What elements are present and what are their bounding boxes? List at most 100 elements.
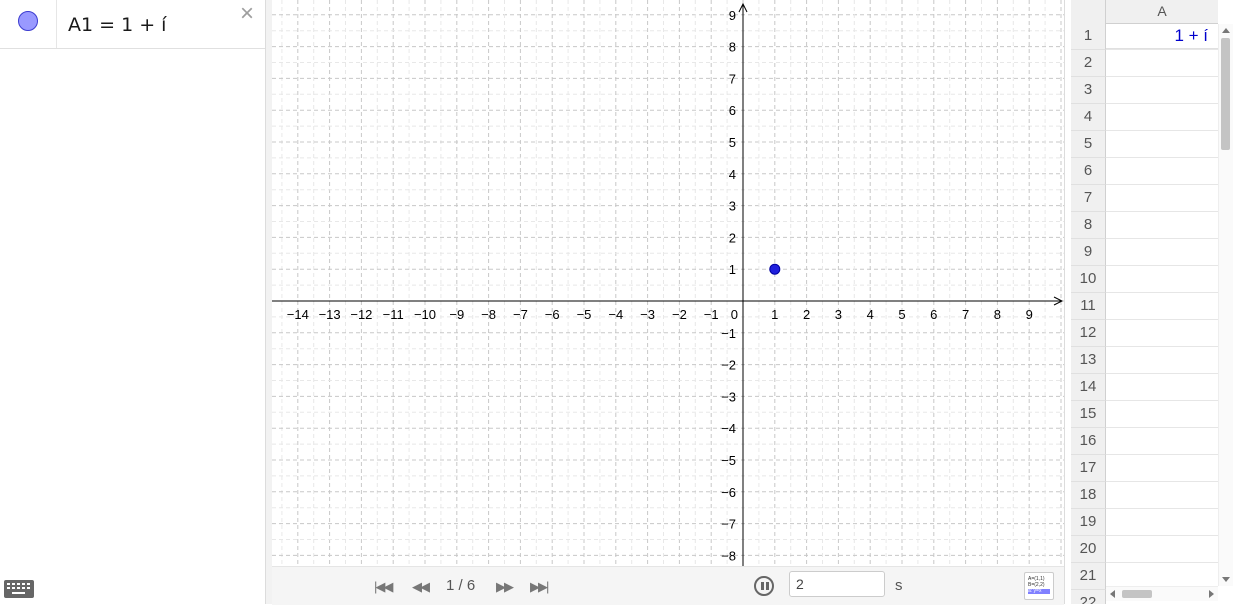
horizontal-scrollbar[interactable] [1106,586,1218,601]
cell[interactable] [1106,77,1218,104]
vertical-scroll-thumb[interactable] [1221,38,1230,150]
x-tick-label: −2 [672,307,687,322]
algebra-style-icon[interactable]: A=(1,1) B=(2,2) a: y=x [1024,572,1054,600]
speed-input[interactable] [789,571,885,597]
row-header[interactable]: 11 [1071,293,1106,320]
cell[interactable] [1106,482,1218,509]
keyboard-icon[interactable] [4,580,34,598]
close-icon[interactable]: × [240,2,254,26]
row-header[interactable]: 21 [1071,563,1106,590]
cell-a1[interactable]: 1 + í [1106,23,1218,49]
style-line-3: a: y=x [1028,589,1050,594]
row-header[interactable]: 13 [1071,347,1106,374]
row-header[interactable]: 16 [1071,428,1106,455]
graphics-view[interactable]: −14 −13 −12 −11 −10 −9 −8 −7 −6 −5 −4 −3 −2 −1 1 2 3 4 5 6 7… [272,0,1064,566]
spreadsheet-view: A 1 2 3 4 5 6 7 8 9 10 11 12 13 14 15 16 17 18 19 20 21 22 1 … [1064,0,1233,604]
x-tick-label: −4 [608,307,623,322]
y-tick-label: −5 [721,453,736,468]
row-header[interactable]: 7 [1071,185,1106,212]
pause-icon[interactable] [754,576,774,596]
cell[interactable] [1106,104,1218,131]
cell[interactable] [1106,50,1218,77]
row-header[interactable]: 22 [1071,590,1106,604]
algebra-view: A1 = 1 + í × [0,0,266,604]
y-tick-label: −6 [721,485,736,500]
x-tick-label: 4 [867,307,874,322]
cell[interactable] [1106,185,1218,212]
cell[interactable] [1106,239,1218,266]
row-header[interactable]: 10 [1071,266,1106,293]
y-tick-label: 1 [729,262,736,277]
y-tick-label: −7 [721,517,736,532]
coordinate-plane[interactable]: −14 −13 −12 −11 −10 −9 −8 −7 −6 −5 −4 −3 −2 −1 1 2 3 4 5 6 7… [272,0,1064,566]
y-tick-label: 4 [729,167,736,182]
y-tick-label: 9 [729,8,736,23]
scroll-right-icon[interactable] [1209,590,1214,598]
row-header[interactable]: 8 [1071,212,1106,239]
x-tick-label: −9 [449,307,464,322]
speed-unit: s [895,577,903,594]
row-header[interactable]: 1 [1071,23,1106,50]
row-header[interactable]: 19 [1071,509,1106,536]
y-tick-label: 2 [729,230,736,245]
row-header[interactable]: 12 [1071,320,1106,347]
cell[interactable] [1106,536,1218,563]
cell[interactable] [1106,455,1218,482]
origin-label: 0 [731,307,738,322]
x-tick-label: −6 [545,307,560,322]
row-header[interactable]: 20 [1071,536,1106,563]
sheet-corner[interactable] [1071,0,1106,24]
row-header[interactable]: 6 [1071,158,1106,185]
step-forward-icon[interactable]: ▶▶ [496,579,514,595]
horizontal-scroll-thumb[interactable] [1122,590,1152,598]
visibility-toggle[interactable] [0,0,57,48]
cell[interactable] [1106,428,1218,455]
step-back-icon[interactable]: ◀◀ [412,579,430,595]
x-tick-label: −8 [481,307,496,322]
scroll-left-icon[interactable] [1110,590,1115,598]
row-header[interactable]: 9 [1071,239,1106,266]
algebra-input-text[interactable]: A1 = 1 + í [68,14,166,36]
y-tick-label: −2 [721,358,736,373]
y-tick-label: −8 [721,548,736,563]
row-header[interactable]: 15 [1071,401,1106,428]
page-indicator: 1 / 6 [446,577,476,594]
row-header[interactable]: 4 [1071,104,1106,131]
cell[interactable] [1106,347,1218,374]
y-tick-label: −4 [721,421,736,436]
cell[interactable] [1106,212,1218,239]
cell[interactable] [1106,266,1218,293]
row-header[interactable]: 5 [1071,131,1106,158]
row-header[interactable]: 17 [1071,455,1106,482]
cell[interactable] [1106,131,1218,158]
cell[interactable] [1106,293,1218,320]
row-header[interactable]: 14 [1071,374,1106,401]
cell[interactable] [1106,374,1218,401]
scroll-down-icon[interactable] [1222,577,1230,582]
y-tick-label: 8 [729,40,736,55]
x-tick-label: 2 [803,307,810,322]
row-header[interactable]: 2 [1071,50,1106,77]
skip-last-icon[interactable]: ▶▶| [530,579,549,595]
row-header[interactable]: 3 [1071,77,1106,104]
cell[interactable] [1106,509,1218,536]
x-tick-label: −1 [704,307,719,322]
cell[interactable] [1106,158,1218,185]
x-tick-label: 8 [994,307,1001,322]
x-tick-label: −3 [640,307,655,322]
scroll-up-icon[interactable] [1222,28,1230,33]
row-header[interactable]: 18 [1071,482,1106,509]
construction-navigation-bar: |◀◀ ◀◀ 1 / 6 ▶▶ ▶▶| s A=(1,1) B=(2,2) a:… [272,566,1064,605]
x-tick-label: −7 [513,307,528,322]
cell[interactable] [1106,320,1218,347]
point-a1[interactable] [769,263,781,275]
algebra-input-row[interactable]: A1 = 1 + í × [0,0,265,49]
vertical-scrollbar[interactable] [1218,24,1233,586]
point-marble-icon[interactable] [18,11,38,31]
column-header-a[interactable]: A [1106,0,1218,24]
skip-first-icon[interactable]: |◀◀ [374,579,393,595]
cell[interactable] [1106,401,1218,428]
x-tick-label: −14 [287,307,309,322]
y-tick-label: −3 [721,389,736,404]
x-tick-label: −11 [383,307,404,322]
